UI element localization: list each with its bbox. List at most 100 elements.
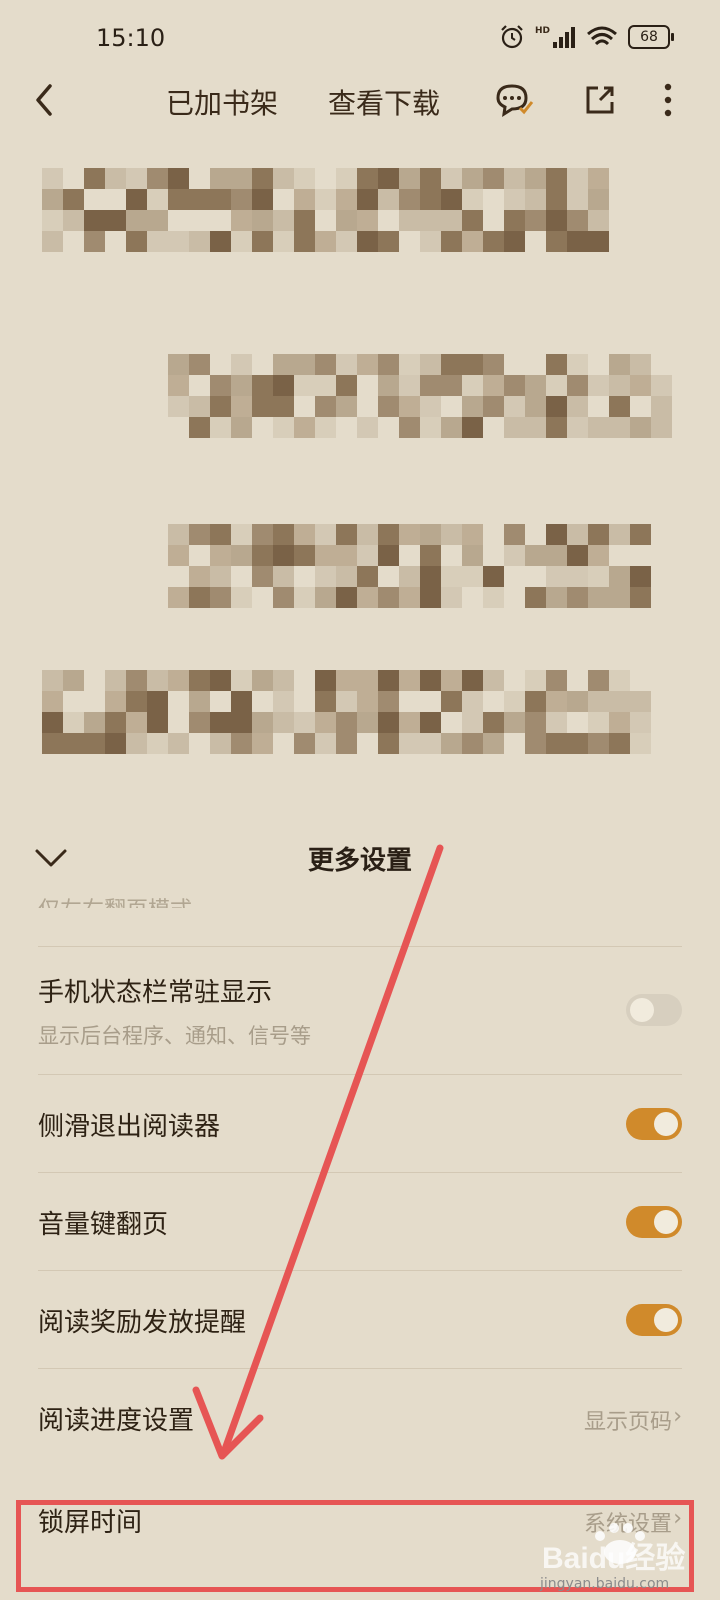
blurred-text-line bbox=[168, 354, 688, 438]
volume-key-toggle[interactable] bbox=[626, 1206, 682, 1238]
mosaic-pixel bbox=[504, 524, 525, 545]
mosaic-pixel bbox=[546, 396, 567, 417]
mosaic-pixel bbox=[462, 354, 483, 375]
mosaic-pixel bbox=[609, 417, 630, 438]
mosaic-pixel bbox=[378, 670, 399, 691]
mosaic-pixel bbox=[462, 712, 483, 733]
mosaic-pixel bbox=[210, 524, 231, 545]
mosaic-pixel bbox=[336, 670, 357, 691]
mosaic-pixel bbox=[525, 417, 546, 438]
mosaic-pixel bbox=[420, 417, 441, 438]
share-icon[interactable] bbox=[578, 78, 622, 122]
mosaic-pixel bbox=[105, 210, 126, 231]
mosaic-pixel bbox=[294, 524, 315, 545]
mosaic-pixel bbox=[525, 375, 546, 396]
mosaic-pixel bbox=[567, 545, 588, 566]
mosaic-pixel bbox=[651, 396, 672, 417]
mosaic-pixel bbox=[84, 231, 105, 252]
mosaic-pixel bbox=[525, 396, 546, 417]
mosaic-pixel bbox=[420, 396, 441, 417]
mosaic-pixel bbox=[378, 231, 399, 252]
mosaic-pixel bbox=[483, 712, 504, 733]
mosaic-pixel bbox=[399, 417, 420, 438]
mosaic-pixel bbox=[336, 375, 357, 396]
mosaic-pixel bbox=[294, 733, 315, 754]
mosaic-pixel bbox=[588, 524, 609, 545]
mosaic-pixel bbox=[399, 396, 420, 417]
mosaic-pixel bbox=[420, 189, 441, 210]
mosaic-pixel bbox=[315, 712, 336, 733]
blurred-text-line bbox=[42, 670, 654, 754]
mosaic-pixel bbox=[504, 210, 525, 231]
mosaic-pixel bbox=[378, 545, 399, 566]
mosaic-pixel bbox=[210, 417, 231, 438]
mosaic-pixel bbox=[252, 168, 273, 189]
mosaic-pixel bbox=[336, 712, 357, 733]
setting-reading-progress[interactable]: 阅读进度设置 显示页码 › bbox=[38, 1368, 682, 1466]
status-bar: 15:10 HD 68 bbox=[0, 0, 720, 80]
comment-icon[interactable] bbox=[492, 78, 536, 122]
mosaic-pixel bbox=[546, 417, 567, 438]
mosaic-pixel bbox=[252, 210, 273, 231]
mosaic-pixel bbox=[315, 566, 336, 587]
mosaic-pixel bbox=[462, 733, 483, 754]
mosaic-pixel bbox=[210, 396, 231, 417]
mosaic-pixel bbox=[231, 354, 252, 375]
mosaic-pixel bbox=[168, 670, 189, 691]
mosaic-pixel bbox=[399, 524, 420, 545]
mosaic-pixel bbox=[315, 545, 336, 566]
watermark-url: jingyan.baidu.com bbox=[540, 1576, 670, 1592]
partial-setting-item: 仅左右翻页模式 bbox=[38, 892, 192, 908]
mosaic-pixel bbox=[546, 354, 567, 375]
mosaic-pixel bbox=[504, 545, 525, 566]
mosaic-pixel bbox=[189, 396, 210, 417]
mosaic-pixel bbox=[189, 587, 210, 608]
mosaic-pixel bbox=[42, 231, 63, 252]
mosaic-pixel bbox=[126, 733, 147, 754]
mosaic-pixel bbox=[567, 189, 588, 210]
back-arrow-icon[interactable] bbox=[26, 78, 66, 122]
reward-reminder-toggle[interactable] bbox=[626, 1304, 682, 1336]
mosaic-pixel bbox=[567, 566, 588, 587]
mosaic-pixel bbox=[399, 566, 420, 587]
statusbar-toggle[interactable] bbox=[626, 994, 682, 1026]
setting-label: 侧滑退出阅读器 bbox=[38, 1112, 221, 1142]
mosaic-pixel bbox=[504, 189, 525, 210]
mosaic-pixel bbox=[63, 733, 84, 754]
mosaic-pixel bbox=[63, 210, 84, 231]
mosaic-pixel bbox=[483, 354, 504, 375]
mosaic-pixel bbox=[609, 733, 630, 754]
more-menu-icon[interactable] bbox=[646, 78, 690, 122]
mosaic-pixel bbox=[588, 566, 609, 587]
mosaic-pixel bbox=[315, 354, 336, 375]
mosaic-pixel bbox=[231, 524, 252, 545]
mosaic-pixel bbox=[420, 168, 441, 189]
view-downloads-button[interactable]: 查看下载 bbox=[328, 82, 440, 122]
mosaic-pixel bbox=[273, 168, 294, 189]
signal-icon bbox=[553, 27, 575, 48]
setting-volume-key-page-turn[interactable]: 音量键翻页 bbox=[38, 1172, 682, 1270]
setting-label: 阅读进度设置 bbox=[38, 1406, 195, 1436]
mosaic-pixel bbox=[483, 375, 504, 396]
setting-swipe-exit-reader[interactable]: 侧滑退出阅读器 bbox=[38, 1074, 682, 1172]
added-to-bookshelf-button[interactable]: 已加书架 bbox=[166, 82, 278, 122]
mosaic-pixel bbox=[294, 231, 315, 252]
setting-reading-reward-reminder[interactable]: 阅读奖励发放提醒 bbox=[38, 1270, 682, 1368]
mosaic-pixel bbox=[609, 396, 630, 417]
mosaic-pixel bbox=[42, 733, 63, 754]
mosaic-pixel bbox=[462, 396, 483, 417]
mosaic-pixel bbox=[210, 189, 231, 210]
setting-statusbar-always-show[interactable]: 手机状态栏常驻显示 显示后台程序、通知、信号等 bbox=[38, 946, 682, 1074]
mosaic-pixel bbox=[315, 231, 336, 252]
mosaic-pixel bbox=[525, 712, 546, 733]
swipe-exit-toggle[interactable] bbox=[626, 1108, 682, 1140]
mosaic-pixel bbox=[168, 189, 189, 210]
watermark-logo-text: Baidu经验 bbox=[542, 1541, 685, 1575]
mosaic-pixel bbox=[588, 733, 609, 754]
mosaic-pixel bbox=[378, 354, 399, 375]
blurred-text-line bbox=[42, 168, 610, 252]
mosaic-pixel bbox=[168, 524, 189, 545]
mosaic-pixel bbox=[147, 691, 168, 712]
mosaic-pixel bbox=[546, 712, 567, 733]
mosaic-pixel bbox=[399, 375, 420, 396]
